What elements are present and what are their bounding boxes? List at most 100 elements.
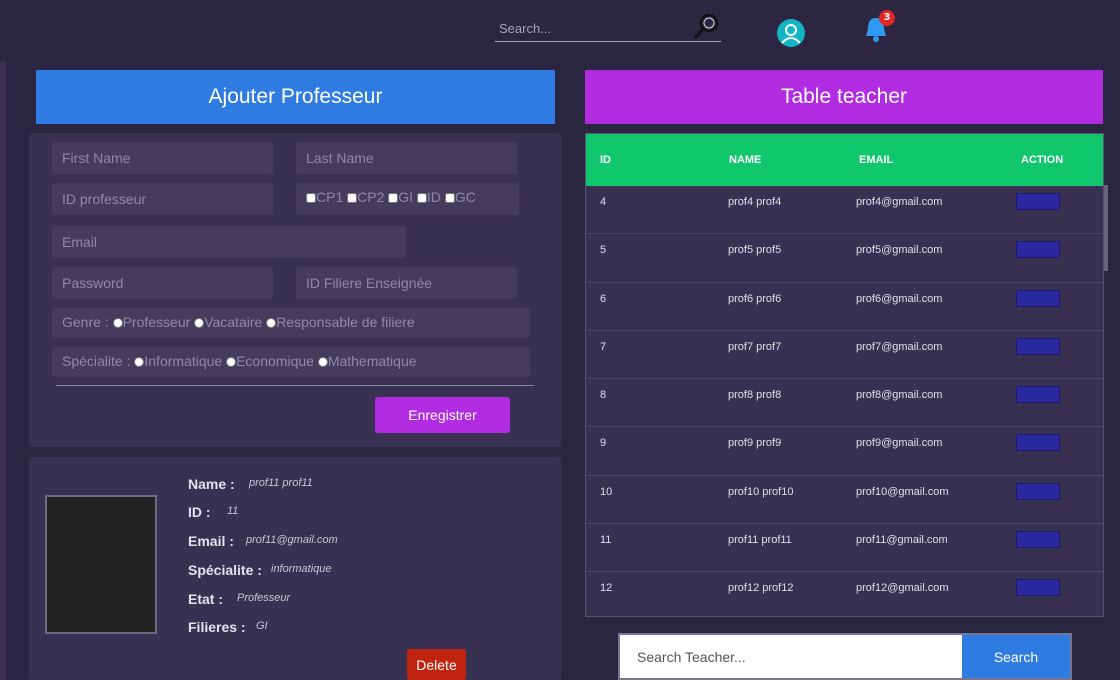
filiere-id-field[interactable] [296,267,517,299]
filiere-label: CP2 [357,189,385,205]
specialite-option[interactable]: Economique [226,347,314,375]
row-action-button[interactable] [1016,193,1060,210]
genre-label: Genre : [62,314,109,330]
cell-id: 6 [600,292,607,305]
cell-name: prof8 prof8 [728,389,782,402]
specialite-option-label: Informatique [144,353,223,369]
cell-email: prof7@gmail.com [856,340,943,353]
table-header: ID NAME EMAIL ACTION [586,134,1103,186]
table-body: 4 prof4 prof4 prof4@gmail.com 5 prof5 prof5… [586,186,1103,616]
filiere-checkbox-group: CP1 CP2 GI ID GC [296,183,519,215]
password-field[interactable] [52,267,273,299]
cell-name: prof4 prof4 [728,196,782,208]
genre-option-label: Vacataire [204,314,263,330]
specialite-radio[interactable] [134,357,145,368]
filiere-label: CP1 [316,189,344,205]
filiere-checkbox[interactable] [306,193,316,204]
specialite-radio[interactable] [317,357,328,368]
genre-option[interactable]: Professeur [112,308,191,336]
filiere-option[interactable]: GC [444,183,476,211]
filiere-option[interactable]: CP2 [347,183,384,211]
search-icon[interactable] [693,12,721,40]
user-avatar-icon[interactable] [776,18,806,48]
specialite-radio-group: Spécialite : Informatique Economique Mat… [52,347,530,377]
email-field[interactable] [52,226,406,258]
detail-email-label: Email : [188,533,234,549]
specialite-option[interactable]: Informatique [134,347,222,375]
filiere-option[interactable]: GI [388,183,413,211]
cell-email: prof8@gmail.com [856,389,943,402]
genre-radio[interactable] [266,318,277,329]
detail-email-value: prof11@gmail.com [246,534,338,546]
row-action-button[interactable] [1016,531,1060,549]
top-search [495,12,721,42]
cell-name: prof7 prof7 [728,340,782,353]
cell-email: prof12@gmail.com [856,582,949,595]
table-row: 8 prof8 prof8 prof8@gmail.com [586,379,1103,428]
filiere-label: GC [454,189,476,205]
row-action-button[interactable] [1016,386,1060,404]
table-scrollbar[interactable] [1104,185,1108,271]
table-row: 12 prof12 prof12 prof12@gmail.com [586,572,1103,616]
cell-name: prof10 prof10 [728,485,794,498]
col-header-action: ACTION [1021,154,1064,166]
specialite-option[interactable]: Mathematique [317,347,417,375]
cell-name: prof6 prof6 [728,292,782,305]
row-action-button[interactable] [1016,434,1060,452]
filiere-label: ID [426,189,441,205]
table-row: 7 prof7 prof7 prof7@gmail.com [586,331,1103,380]
filiere-checkbox[interactable] [444,193,455,204]
cell-name: prof5 prof5 [728,244,782,257]
notification-count-badge: 3 [879,10,895,26]
cell-id: 11 [600,534,612,547]
detail-id-value: 11 [227,505,239,517]
filiere-checkbox[interactable] [388,193,399,204]
genre-option-label: Professeur [122,314,191,330]
filiere-option[interactable]: ID [416,183,441,211]
cell-email: prof4@gmail.com [856,196,943,208]
cell-email: prof5@gmail.com [856,244,943,257]
cell-name: prof9 prof9 [728,437,782,450]
save-button[interactable]: Enregistrer [375,397,510,433]
cell-id: 5 [600,244,607,257]
professor-photo [45,495,157,634]
genre-radio[interactable] [194,318,205,329]
row-action-button[interactable] [1016,241,1060,259]
genre-option[interactable]: Vacataire [194,308,262,336]
row-action-button[interactable] [1016,579,1060,597]
cell-id: 10 [600,485,613,498]
teacher-search-input[interactable] [620,635,962,678]
row-action-button[interactable] [1016,337,1060,355]
row-action-button[interactable] [1016,482,1060,500]
delete-button[interactable]: Delete [407,649,466,680]
detail-etat-value: Professeur [237,592,291,604]
filiere-checkbox[interactable] [416,193,427,204]
last-name-field[interactable] [296,142,517,174]
col-header-email: EMAIL [859,154,894,166]
teacher-search-button[interactable]: Search [962,635,1070,678]
genre-option[interactable]: Responsable de filiere [266,308,415,336]
specialite-radio[interactable] [226,357,237,368]
first-name-field[interactable] [52,142,273,174]
filiere-label: GI [398,189,414,205]
detail-specialite-value: informatique [271,563,332,575]
row-action-button[interactable] [1016,289,1060,307]
teacher-table[interactable]: ID NAME EMAIL ACTION 4 prof4 prof4 prof4@g… [585,133,1104,617]
table-row: 5 prof5 prof5 prof5@gmail.com [586,234,1103,283]
table-row: 4 prof4 prof4 prof4@gmail.com [586,186,1103,235]
cell-id: 7 [600,340,607,353]
genre-radio-group: Genre : Professeur Vacataire Responsable… [52,308,530,338]
cell-email: prof9@gmail.com [856,437,943,450]
detail-name-label: Name : [188,476,235,492]
genre-radio[interactable] [112,318,123,329]
professor-id-field[interactable] [52,183,273,215]
col-header-id: ID [600,154,611,166]
filiere-option[interactable]: CP1 [306,183,343,211]
notification-bell-icon[interactable]: 3 [860,10,895,46]
specialite-label: Spécialite : [62,353,131,369]
filiere-checkbox[interactable] [347,193,358,204]
cell-email: prof6@gmail.com [856,292,943,305]
left-edge-strip [0,62,6,680]
top-search-input[interactable] [499,18,689,38]
detail-etat-label: Etat : [188,591,223,607]
